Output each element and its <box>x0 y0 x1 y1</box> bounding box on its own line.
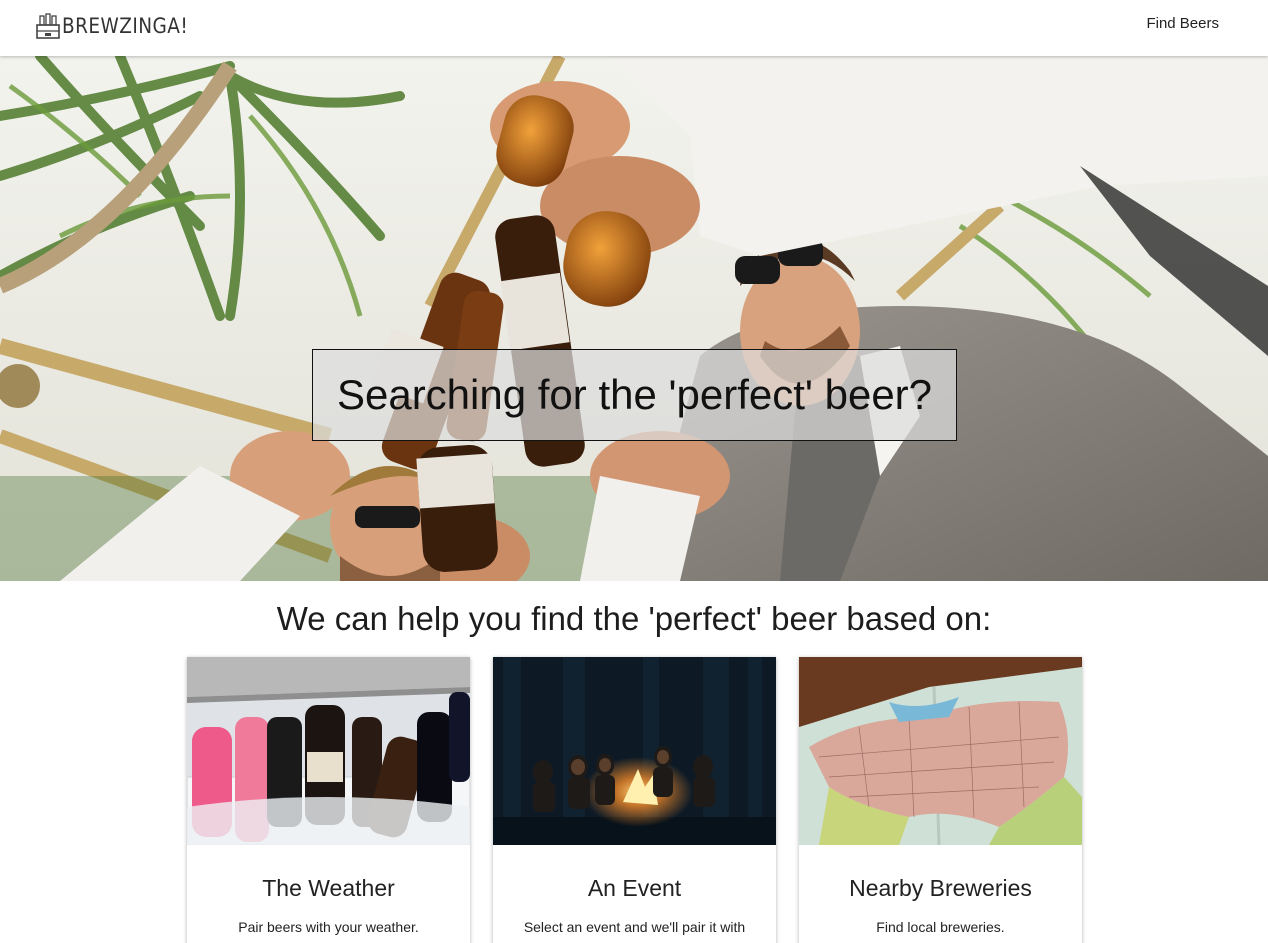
card-event[interactable]: An Event Select an event and we'll pair … <box>493 657 776 943</box>
section-title: We can help you find the 'perfect' beer … <box>276 600 992 637</box>
card-event-image <box>493 657 776 845</box>
hero-photo <box>0 56 1268 581</box>
beer-crate-icon <box>36 13 60 39</box>
card-event-text: Select an event and we'll pair it with <box>523 919 746 935</box>
card-weather-image <box>187 657 470 845</box>
nav-link-find-beers[interactable]: Find Beers <box>1146 15 1219 32</box>
hero-banner: Searching for the 'perfect' beer? <box>312 349 957 441</box>
card-breweries-text: Find local breweries. <box>876 919 1005 935</box>
brand-name: BREWZINGA! <box>62 14 189 38</box>
card-weather-text: Pair beers with your weather. <box>238 919 419 935</box>
card-weather[interactable]: The Weather Pair beers with your weather… <box>187 657 470 943</box>
hero: Searching for the 'perfect' beer? <box>0 56 1268 581</box>
card-weather-title: The Weather <box>262 875 395 901</box>
navbar: BREWZINGA! Find Beers <box>0 0 1268 56</box>
card-breweries-title: Nearby Breweries <box>849 875 1032 901</box>
hero-headline: Searching for the 'perfect' beer? <box>336 371 933 418</box>
card-breweries-image <box>799 657 1082 845</box>
brand-logo[interactable]: BREWZINGA! <box>36 10 205 42</box>
card-breweries[interactable]: Nearby Breweries Find local breweries. <box>799 657 1082 943</box>
card-event-title: An Event <box>587 875 682 901</box>
